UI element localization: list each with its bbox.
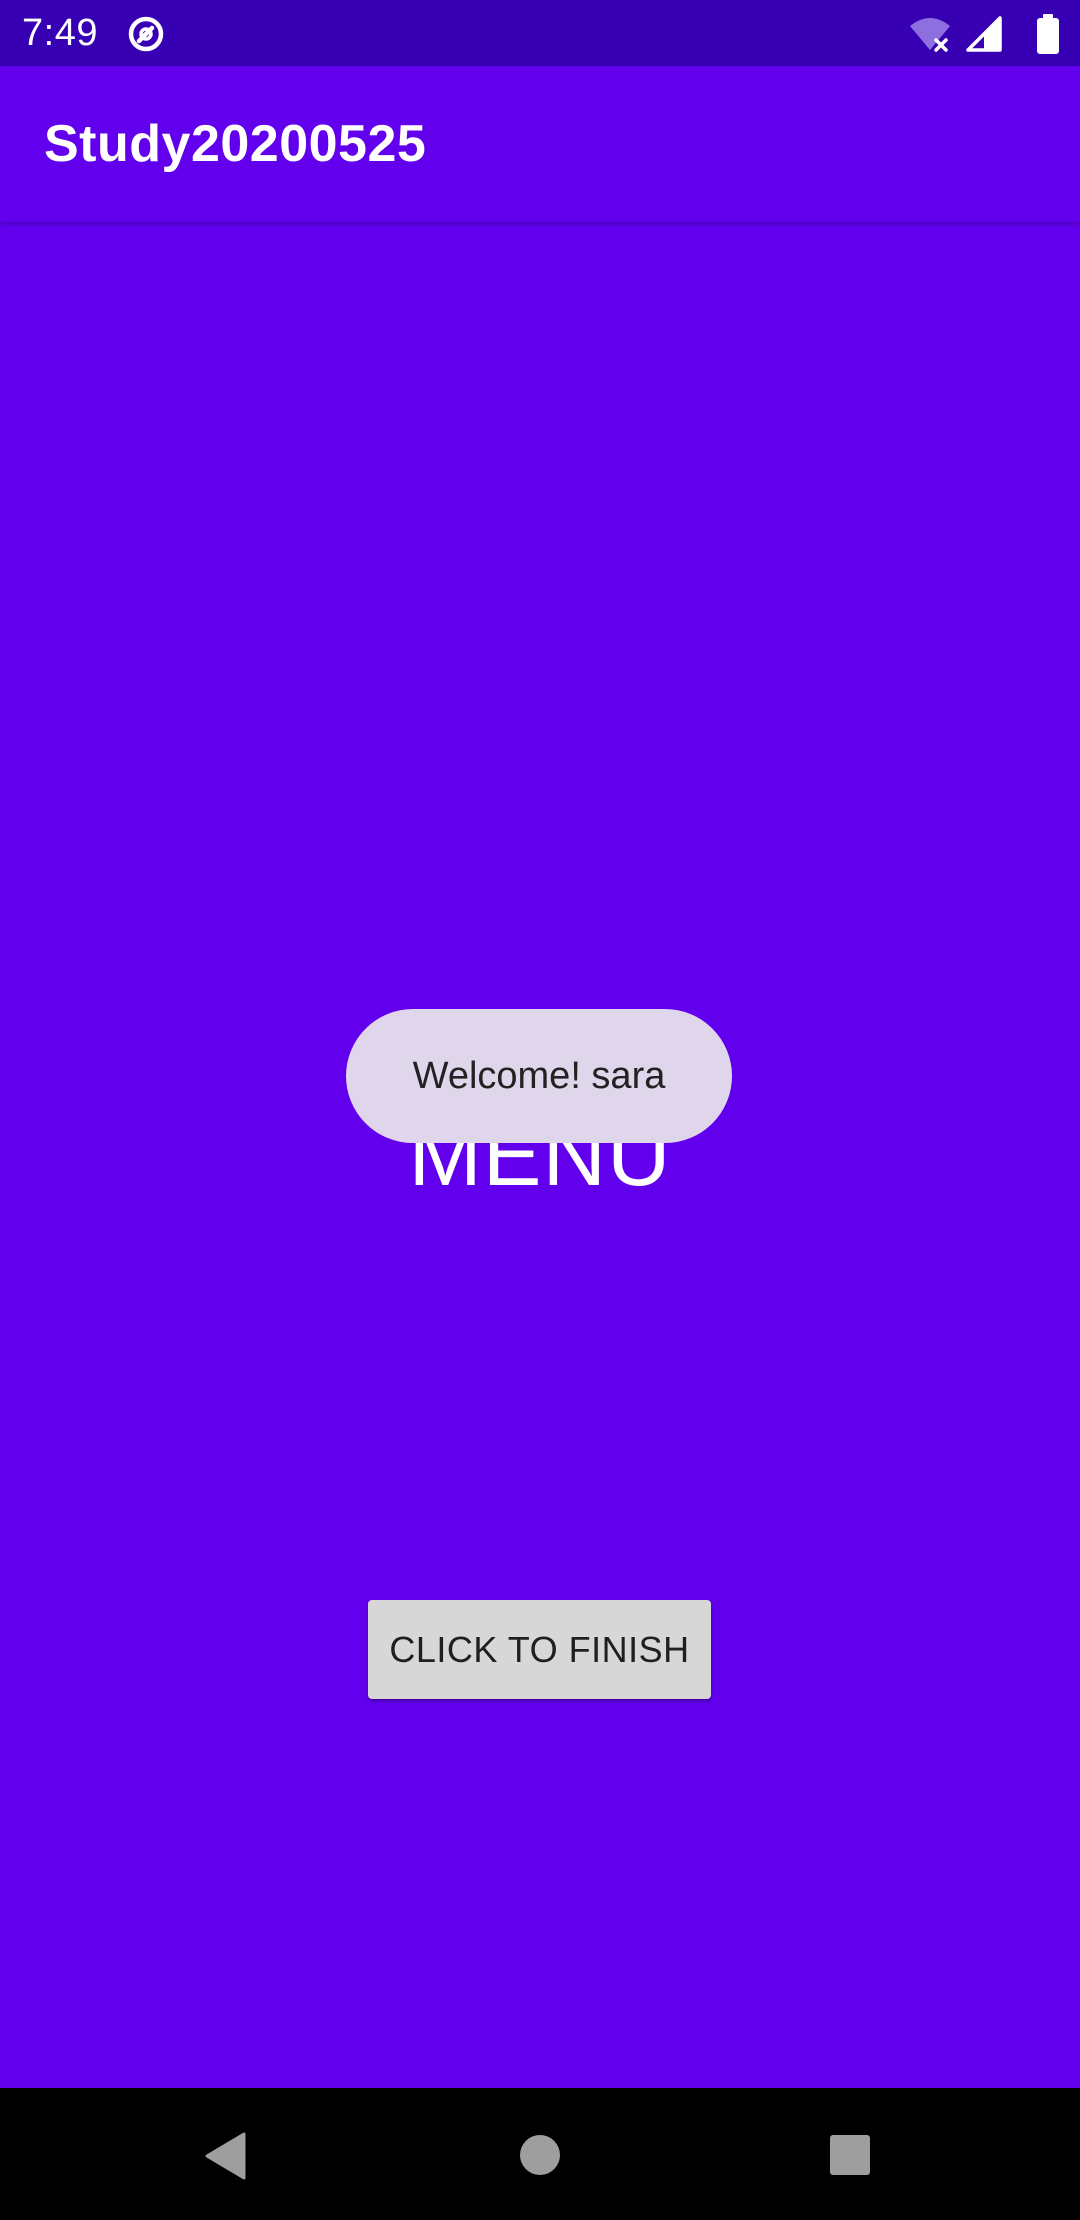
cell-signal-icon: [964, 14, 1004, 54]
app-screen: 7:49 Study20200525 MENU Welcome! sara CL…: [0, 0, 1080, 2220]
status-time: 7:49: [22, 12, 98, 54]
navigation-bar: [0, 2088, 1080, 2220]
app-notification-icon: [126, 14, 166, 54]
app-title: Study20200525: [44, 115, 427, 173]
wifi-off-icon: [908, 14, 952, 54]
click-to-finish-button[interactable]: CLICK TO FINISH: [368, 1600, 711, 1699]
app-bar: Study20200525: [0, 66, 1080, 222]
status-bar: 7:49: [0, 0, 1080, 66]
welcome-toast: Welcome! sara: [346, 1009, 732, 1143]
recents-icon[interactable]: [829, 2134, 871, 2176]
status-icons: [900, 12, 1060, 56]
home-icon[interactable]: [519, 2134, 561, 2176]
battery-full-icon: [1036, 14, 1060, 54]
toast-message: Welcome! sara: [412, 1054, 666, 1097]
back-icon[interactable]: [204, 2132, 248, 2180]
